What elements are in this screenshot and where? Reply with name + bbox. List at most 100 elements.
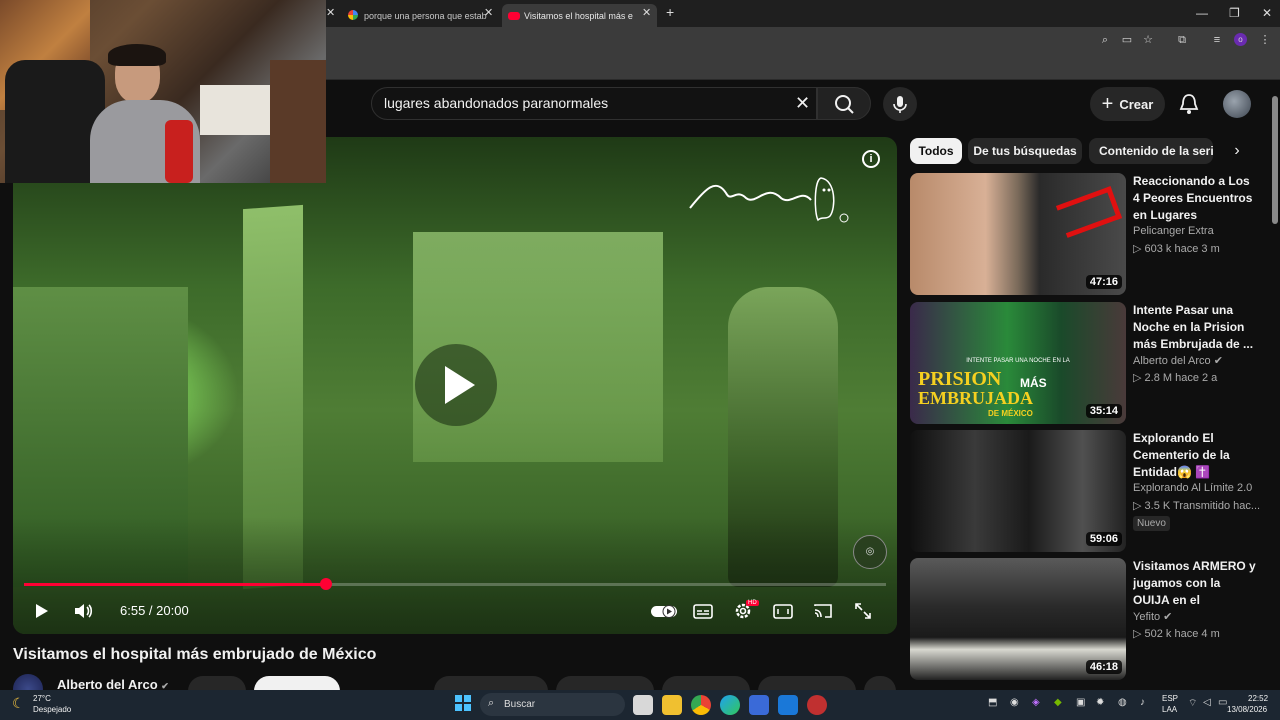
create-button[interactable]: + Crear xyxy=(1090,87,1165,121)
new-tab-button[interactable]: + xyxy=(666,4,674,20)
recommendation-item[interactable]: 59:06 Explorando El Cementerio de la Ent… xyxy=(910,430,1260,552)
search-button[interactable] xyxy=(817,87,871,120)
weather-moon-icon[interactable]: ☾ xyxy=(12,695,25,712)
language-code[interactable]: ESP xyxy=(1162,694,1178,703)
chip-de-tus-busquedas[interactable]: De tus búsquedas xyxy=(968,138,1082,164)
recommendation-stats: ▷ 502 k hace 4 m xyxy=(1133,628,1220,640)
app-icon[interactable] xyxy=(807,695,827,715)
tab-close-icon[interactable]: ✕ xyxy=(484,6,493,19)
menu-dots-icon[interactable]: ⋮ xyxy=(1258,33,1272,47)
recommendation-channel[interactable]: Pelicanger Extra xyxy=(1133,225,1263,237)
tab-google-search[interactable]: porque una persona que estab xyxy=(342,4,500,27)
hd-badge: HD xyxy=(746,600,759,606)
extensions-icon[interactable]: ⧉ xyxy=(1175,33,1189,47)
cast-icon[interactable]: ▭ xyxy=(1120,33,1134,47)
search-icon xyxy=(835,95,854,114)
clock-time[interactable]: 22:52 xyxy=(1248,694,1268,703)
theater-mode-icon[interactable] xyxy=(772,600,794,622)
notifications-button[interactable] xyxy=(1178,92,1200,116)
webcam-overlay xyxy=(0,0,326,183)
background-cabinet xyxy=(270,60,326,183)
watermark-signature xyxy=(689,177,849,223)
recommendation-thumbnail[interactable]: 46:18 xyxy=(910,558,1126,680)
volume-tray-icon[interactable]: ◁ xyxy=(1203,697,1211,708)
recommendation-title[interactable]: Visitamos ARMERO y jugamos con la OUIJA … xyxy=(1133,558,1259,609)
edge-icon[interactable] xyxy=(720,695,740,715)
star-icon[interactable]: ☆ xyxy=(1141,33,1155,47)
google-icon xyxy=(348,10,358,20)
taskbar-search-label: Buscar xyxy=(504,699,536,710)
scrollbar-thumb[interactable] xyxy=(1272,96,1278,224)
tab-close-icon[interactable]: ✕ xyxy=(326,6,335,19)
weather-temp[interactable]: 27°C xyxy=(33,694,51,703)
bell-icon xyxy=(1179,94,1199,114)
chip-contenido-serie[interactable]: Contenido de la serie xyxy=(1089,138,1213,164)
tab-youtube[interactable]: Visitamos el hospital más e xyxy=(502,4,657,27)
tray-mic-icon[interactable]: ♪ xyxy=(1140,697,1145,708)
file-explorer-icon[interactable] xyxy=(662,695,682,715)
voice-search-button[interactable] xyxy=(883,87,917,121)
tab-close-icon[interactable]: ✕ xyxy=(642,6,651,19)
clock-date[interactable]: 13/08/2026 xyxy=(1227,705,1267,714)
media-icon[interactable]: ≡ xyxy=(1210,33,1224,47)
search-query: lugares abandonados paranormales xyxy=(384,95,609,111)
thumbnail-heading-4: DE MÉXICO xyxy=(988,409,1033,418)
duration-badge: 47:16 xyxy=(1085,275,1122,289)
language-sub[interactable]: LAA xyxy=(1162,705,1177,714)
tray-app-icon[interactable]: ◍ xyxy=(1118,697,1127,708)
recommendation-stats: ▷ 603 k hace 3 m xyxy=(1133,243,1220,255)
tray-app-icon[interactable]: ◈ xyxy=(1032,697,1040,708)
recommendation-channel[interactable]: Explorando Al Límite 2.0 xyxy=(1133,482,1263,494)
volume-icon[interactable] xyxy=(72,600,94,622)
weather-desc[interactable]: Despejado xyxy=(33,705,71,714)
recommendation-thumbnail[interactable]: INTENTE PASAR UNA NOCHE EN LA PRISION MÁ… xyxy=(910,302,1126,424)
play-button-large[interactable] xyxy=(415,344,497,426)
plus-icon: + xyxy=(1101,92,1114,115)
fullscreen-icon[interactable] xyxy=(852,600,874,622)
recommendation-stats: ▷ 3.5 K Transmitido hac... xyxy=(1133,500,1261,512)
recommendation-title[interactable]: Reaccionando a Los 4 Peores Encuentros e… xyxy=(1133,173,1259,224)
recommendation-channel[interactable]: Alberto del Arco ✔ xyxy=(1133,354,1263,367)
settings-icon[interactable]: ✹ xyxy=(1096,697,1104,708)
maximize-icon[interactable]: ❐ xyxy=(1229,6,1240,20)
streamer-hair xyxy=(108,44,166,66)
info-icon[interactable]: i xyxy=(862,150,880,168)
taskbar-search[interactable]: ⌕ Buscar xyxy=(480,693,625,716)
user-avatar[interactable] xyxy=(1223,90,1251,118)
wifi-icon[interactable]: ⌔ xyxy=(1188,697,1197,710)
chip-todos[interactable]: Todos xyxy=(910,138,962,164)
create-label: Crear xyxy=(1119,96,1154,112)
tray-app-icon[interactable]: ◉ xyxy=(1010,697,1019,708)
nvidia-icon[interactable]: ◆ xyxy=(1054,697,1062,708)
autoplay-toggle[interactable] xyxy=(650,600,678,622)
progress-scrubber[interactable] xyxy=(319,578,332,590)
windows-start-icon[interactable] xyxy=(455,695,471,711)
recommendation-title[interactable]: Explorando El Cementerio de la Entidad😱 … xyxy=(1133,430,1259,481)
store-icon[interactable] xyxy=(749,695,769,715)
cast-icon[interactable] xyxy=(812,600,834,622)
profile-icon[interactable]: o xyxy=(1234,33,1247,46)
tab-label: Visitamos el hospital más e xyxy=(524,10,633,21)
recommendation-item[interactable]: 47:16 Reaccionando a Los 4 Peores Encuen… xyxy=(910,173,1260,295)
mail-icon[interactable] xyxy=(778,695,798,715)
recommendation-thumbnail[interactable]: 47:16 xyxy=(910,173,1126,295)
minimize-icon[interactable]: — xyxy=(1196,6,1208,20)
recommendation-thumbnail[interactable]: 59:06 xyxy=(910,430,1126,552)
recommendation-item[interactable]: 46:18 Visitamos ARMERO y jugamos con la … xyxy=(910,558,1260,680)
channel-branding-icon[interactable]: ◎ xyxy=(853,535,887,569)
clear-search-icon[interactable]: ✕ xyxy=(795,93,810,114)
tray-app-icon[interactable]: ⬒ xyxy=(988,697,997,708)
zoom-icon[interactable]: ⌕ xyxy=(1098,33,1112,47)
recommendation-title[interactable]: Intente Pasar una Noche en la Prision má… xyxy=(1133,302,1259,353)
play-icon[interactable] xyxy=(30,600,52,622)
subtitles-icon[interactable] xyxy=(692,600,714,622)
tray-app-icon[interactable]: ▣ xyxy=(1076,697,1085,708)
youtube-icon xyxy=(508,12,520,20)
tab-label: porque una persona que estab xyxy=(364,10,487,21)
task-view-icon[interactable] xyxy=(633,695,653,715)
chevron-right-icon[interactable]: › xyxy=(1227,140,1247,162)
recommendation-channel[interactable]: Yefito ✔ xyxy=(1133,610,1263,623)
close-window-icon[interactable]: ✕ xyxy=(1262,6,1272,20)
chrome-icon[interactable] xyxy=(691,695,711,715)
recommendation-item[interactable]: INTENTE PASAR UNA NOCHE EN LA PRISION MÁ… xyxy=(910,302,1260,424)
